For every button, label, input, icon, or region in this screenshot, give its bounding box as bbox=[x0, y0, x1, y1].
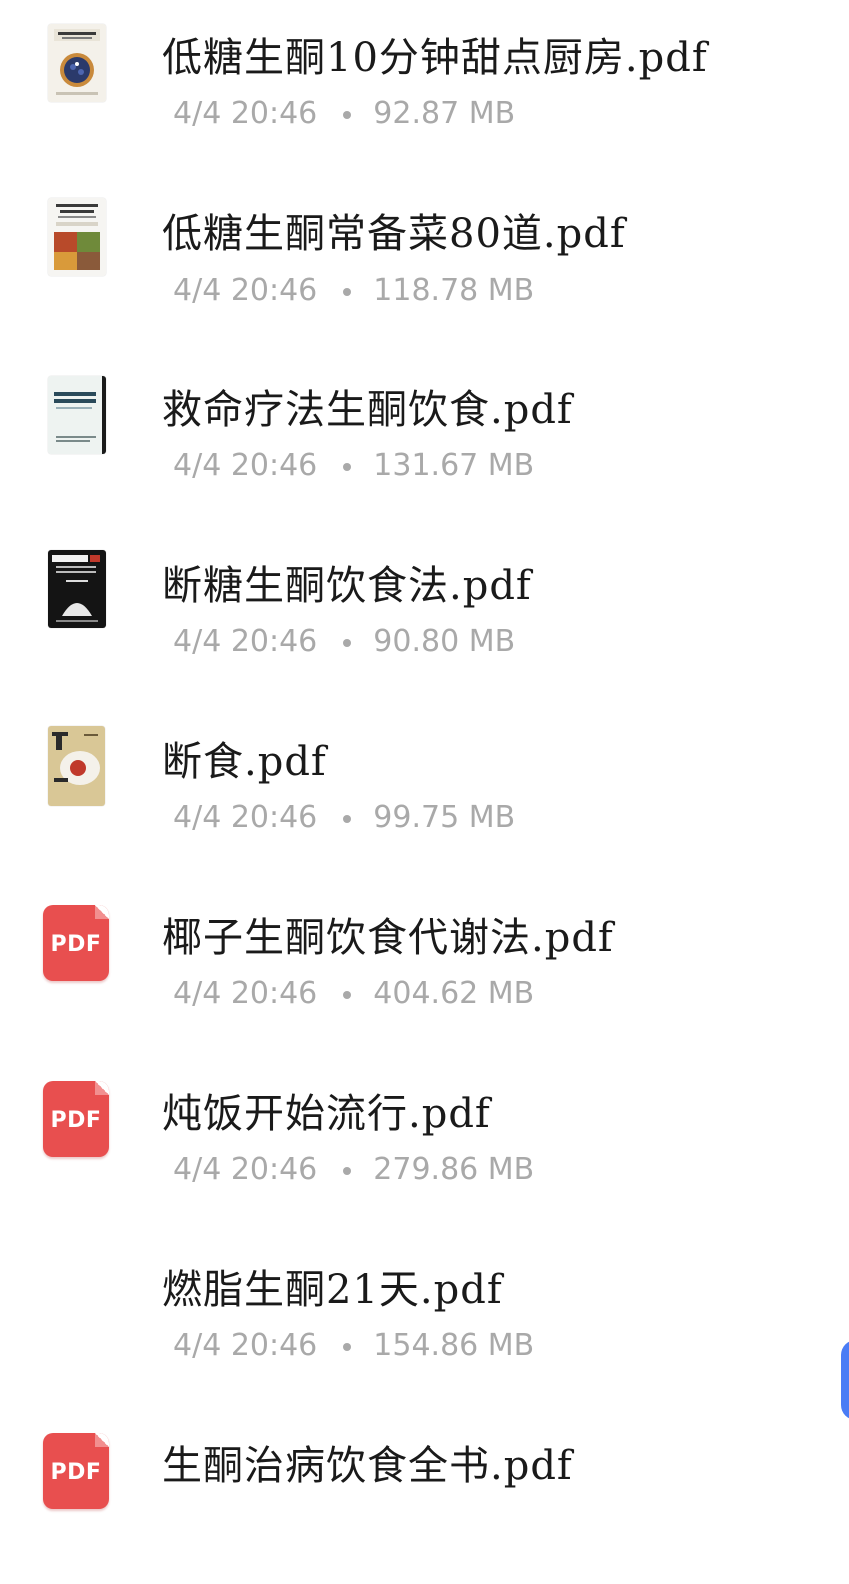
separator-dot-icon bbox=[343, 462, 352, 471]
file-meta: 4/4 20:46 90.80 MB bbox=[173, 624, 515, 659]
file-size: 404.62 MB bbox=[373, 976, 535, 1011]
file-date: 4/4 20:46 bbox=[173, 1152, 318, 1187]
pdf-icon-label: PDF bbox=[50, 1460, 102, 1485]
separator-dot-icon bbox=[343, 1166, 352, 1175]
file-name: 椰子生酮饮食代谢法.pdf bbox=[162, 915, 614, 961]
file-size: 279.86 MB bbox=[373, 1152, 535, 1187]
file-size: 90.80 MB bbox=[373, 624, 516, 659]
file-name: 炖饭开始流行.pdf bbox=[162, 1091, 491, 1137]
file-name: 断糖生酮饮食法.pdf bbox=[162, 563, 532, 609]
file-row[interactable]: 救命疗法生酮饮食.pdf 4/4 20:46 131.67 MB bbox=[0, 352, 849, 528]
pdf-icon-label: PDF bbox=[50, 1108, 102, 1133]
pdf-file-icon: PDF bbox=[43, 905, 109, 981]
file-date: 4/4 20:46 bbox=[173, 448, 318, 483]
file-size: 92.87 MB bbox=[373, 96, 516, 131]
file-name: 生酮治病饮食全书.pdf bbox=[162, 1443, 573, 1489]
file-meta: 4/4 20:46 99.75 MB bbox=[173, 800, 515, 835]
file-row[interactable]: 低糖生酮10分钟甜点厨房.pdf 4/4 20:46 92.87 MB bbox=[0, 0, 849, 176]
file-date: 4/4 20:46 bbox=[173, 624, 318, 659]
book-cover-thumbnail bbox=[48, 24, 106, 102]
page-fold-icon bbox=[95, 1433, 109, 1447]
file-name: 断食.pdf bbox=[162, 739, 327, 785]
file-row[interactable]: PDF 椰子生酮饮食代谢法.pdf 4/4 20:46 404.62 MB bbox=[0, 880, 849, 1056]
file-meta: 4/4 20:46 131.67 MB bbox=[173, 448, 534, 483]
file-meta: 4/4 20:46 118.78 MB bbox=[173, 273, 534, 308]
file-row[interactable]: 低糖生酮常备菜80道.pdf 4/4 20:46 118.78 MB bbox=[0, 176, 849, 352]
page-fold-icon bbox=[95, 905, 109, 919]
page-fold-icon bbox=[95, 1081, 109, 1095]
book-cover-thumbnail bbox=[48, 550, 106, 628]
file-name: 救命疗法生酮饮食.pdf bbox=[162, 387, 573, 433]
book-cover-thumbnail bbox=[48, 198, 106, 276]
file-date: 4/4 20:46 bbox=[173, 1328, 318, 1363]
file-row[interactable]: 燃脂生酮21天.pdf 4/4 20:46 154.86 MB bbox=[0, 1232, 849, 1408]
file-size: 99.75 MB bbox=[373, 800, 516, 835]
separator-dot-icon bbox=[343, 287, 352, 296]
separator-dot-icon bbox=[343, 638, 352, 647]
file-name: 低糖生酮10分钟甜点厨房.pdf bbox=[162, 35, 708, 81]
file-row[interactable]: 断食.pdf 4/4 20:46 99.75 MB bbox=[0, 704, 849, 880]
file-size: 131.67 MB bbox=[373, 448, 535, 483]
file-date: 4/4 20:46 bbox=[173, 273, 318, 308]
pdf-icon-label: PDF bbox=[50, 932, 102, 957]
file-meta: 4/4 20:46 404.62 MB bbox=[173, 976, 534, 1011]
file-date: 4/4 20:46 bbox=[173, 976, 318, 1011]
scroll-handle[interactable] bbox=[841, 1340, 849, 1420]
file-row[interactable]: PDF 炖饭开始流行.pdf 4/4 20:46 279.86 MB bbox=[0, 1056, 849, 1232]
file-date: 4/4 20:46 bbox=[173, 800, 318, 835]
file-row[interactable]: PDF 生酮治病饮食全书.pdf bbox=[0, 1408, 849, 1584]
file-meta: 4/4 20:46 154.86 MB bbox=[173, 1328, 534, 1363]
pdf-file-icon: PDF bbox=[43, 1081, 109, 1157]
file-meta: 4/4 20:46 279.86 MB bbox=[173, 1152, 534, 1187]
file-row[interactable]: 断糖生酮饮食法.pdf 4/4 20:46 90.80 MB bbox=[0, 528, 849, 704]
book-cover-thumbnail bbox=[48, 726, 105, 806]
pdf-file-icon: PDF bbox=[43, 1433, 109, 1509]
separator-dot-icon bbox=[343, 1342, 352, 1351]
file-date: 4/4 20:46 bbox=[173, 96, 318, 131]
file-meta: 4/4 20:46 92.87 MB bbox=[173, 96, 515, 131]
file-name: 燃脂生酮21天.pdf bbox=[162, 1267, 503, 1313]
separator-dot-icon bbox=[343, 110, 352, 119]
separator-dot-icon bbox=[343, 814, 352, 823]
book-cover-thumbnail bbox=[48, 376, 106, 454]
separator-dot-icon bbox=[343, 990, 352, 999]
file-name: 低糖生酮常备菜80道.pdf bbox=[162, 211, 626, 257]
file-size: 118.78 MB bbox=[373, 273, 535, 308]
file-size: 154.86 MB bbox=[373, 1328, 535, 1363]
